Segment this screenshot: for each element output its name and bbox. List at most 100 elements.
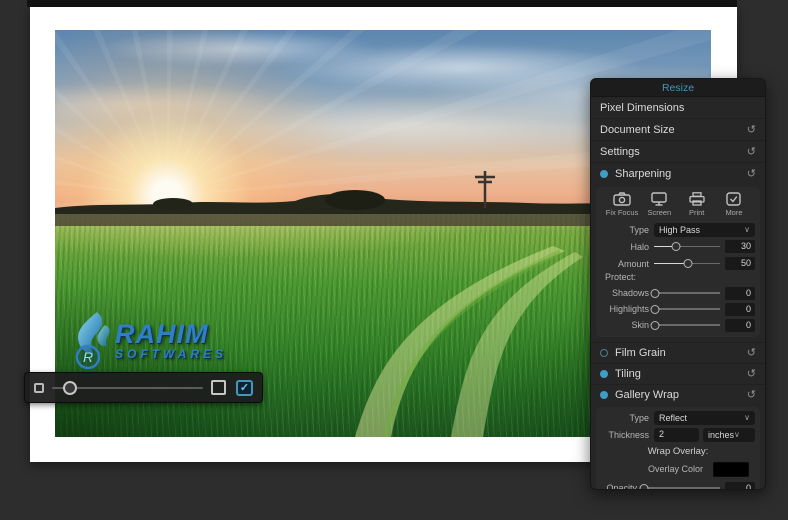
preset-label: Print xyxy=(689,208,704,217)
zoom-slider[interactable] xyxy=(52,381,203,395)
opacity-value[interactable]: 0 xyxy=(725,482,755,491)
gallery-wrap-controls: Type Reflect ∨ Thickness 2 inches ∨ Wrap… xyxy=(596,407,760,490)
app-window: R RAHIM SOFTWARES ✓ Resize Pixel Dimensi… xyxy=(0,0,788,520)
section-label: Tiling xyxy=(615,368,747,380)
reset-icon[interactable]: ↺ xyxy=(747,147,756,157)
sharpening-presets: Fix Focus Screen Print xyxy=(601,189,755,221)
sharpen-type-row: Type High Pass ∨ xyxy=(601,221,755,238)
preset-screen[interactable]: Screen xyxy=(642,192,676,217)
skin-label: Skin xyxy=(601,320,649,330)
highlights-slider[interactable] xyxy=(654,302,720,316)
wrap-overlay-header: Wrap Overlay: xyxy=(601,443,755,458)
chevron-down-icon: ∨ xyxy=(744,225,750,234)
shadows-value[interactable]: 0 xyxy=(725,287,755,300)
shadows-slider[interactable] xyxy=(654,286,720,300)
camera-icon xyxy=(613,192,631,206)
reset-icon[interactable]: ↺ xyxy=(747,369,756,379)
section-document-size[interactable]: Document Size ↺ xyxy=(591,119,765,141)
section-settings[interactable]: Settings ↺ xyxy=(591,141,765,163)
tiling-enable-toggle[interactable] xyxy=(600,370,608,378)
amount-label: Amount xyxy=(601,259,649,269)
type-label: Type xyxy=(601,225,649,235)
watermark-title: RAHIM xyxy=(115,321,227,347)
shadows-label: Shadows xyxy=(601,288,649,298)
preview-checkbox[interactable]: ✓ xyxy=(236,380,253,396)
thickness-label: Thickness xyxy=(601,430,649,440)
shadows-row: Shadows 0 xyxy=(601,285,755,301)
section-gallery-wrap[interactable]: Gallery Wrap ↺ xyxy=(591,384,765,405)
section-label: Document Size xyxy=(600,124,747,136)
opacity-slider[interactable] xyxy=(642,481,720,490)
panel-title: Resize xyxy=(591,79,765,97)
checkbox-icon xyxy=(726,192,741,206)
skin-slider-handle[interactable] xyxy=(651,321,660,330)
section-label: Sharpening xyxy=(615,168,747,180)
gallery-wrap-enable-toggle[interactable] xyxy=(600,391,608,399)
page-top-edge xyxy=(27,0,737,7)
amount-value[interactable]: 50 xyxy=(725,257,755,270)
sharpening-enable-toggle[interactable] xyxy=(600,170,608,178)
preset-label: Fix Focus xyxy=(606,208,639,217)
zoom-slider-handle[interactable] xyxy=(63,381,77,395)
watermark-flame-logo: R xyxy=(65,310,121,372)
monitor-icon xyxy=(651,192,667,206)
type-label: Type xyxy=(601,413,649,423)
selected-value: inches xyxy=(708,430,734,440)
chevron-down-icon: ∨ xyxy=(744,413,750,422)
opacity-row: Opacity 0 xyxy=(601,480,755,490)
zoom-in-thumbnail-icon[interactable] xyxy=(211,380,226,395)
thickness-row: Thickness 2 inches ∨ xyxy=(601,426,755,443)
preset-more[interactable]: More xyxy=(717,192,751,217)
sharpening-controls: Fix Focus Screen Print xyxy=(596,187,760,337)
overlay-color-swatch[interactable] xyxy=(713,462,749,477)
watermark: R RAHIM SOFTWARES xyxy=(65,310,227,372)
section-tiling[interactable]: Tiling ↺ xyxy=(591,363,765,384)
preset-fix-focus[interactable]: Fix Focus xyxy=(605,192,639,217)
slider-track xyxy=(642,487,720,489)
amount-slider[interactable] xyxy=(654,257,720,271)
zoom-out-thumbnail-icon[interactable] xyxy=(34,383,44,393)
skin-slider[interactable] xyxy=(654,318,720,332)
watermark-text: RAHIM SOFTWARES xyxy=(115,321,227,361)
slider-track xyxy=(654,324,720,326)
halo-slider-handle[interactable] xyxy=(671,242,680,251)
shadows-slider-handle[interactable] xyxy=(651,289,660,298)
film-grain-enable-toggle[interactable] xyxy=(600,349,608,357)
printer-icon xyxy=(689,192,705,206)
section-film-grain[interactable]: Film Grain ↺ xyxy=(591,342,765,363)
reset-icon[interactable]: ↺ xyxy=(747,169,756,179)
preset-label: Screen xyxy=(647,208,671,217)
sharpen-type-select[interactable]: High Pass ∨ xyxy=(654,223,755,237)
amount-slider-handle[interactable] xyxy=(684,259,693,268)
section-label: Film Grain xyxy=(615,347,747,359)
thickness-unit-select[interactable]: inches ∨ xyxy=(703,428,755,442)
skin-row: Skin 0 xyxy=(601,317,755,333)
highlights-slider-handle[interactable] xyxy=(651,305,660,314)
preset-print[interactable]: Print xyxy=(680,192,714,217)
halo-row: Halo 30 xyxy=(601,238,755,255)
watermark-subtitle: SOFTWARES xyxy=(115,347,227,361)
halo-label: Halo xyxy=(601,242,649,252)
chevron-down-icon: ∨ xyxy=(734,430,740,439)
amount-row: Amount 50 xyxy=(601,255,755,272)
skin-value[interactable]: 0 xyxy=(725,319,755,332)
watermark-logo-letter: R xyxy=(83,349,93,365)
highlights-row: Highlights 0 xyxy=(601,301,755,317)
reset-icon[interactable]: ↺ xyxy=(747,125,756,135)
halo-value[interactable]: 30 xyxy=(725,240,755,253)
section-sharpening[interactable]: Sharpening ↺ xyxy=(591,163,765,185)
slider-track xyxy=(654,308,720,310)
opacity-slider-handle[interactable] xyxy=(639,484,648,491)
thickness-input[interactable]: 2 xyxy=(654,428,699,442)
overlay-color-row: Overlay Color xyxy=(601,458,755,480)
wrap-type-row: Type Reflect ∨ xyxy=(601,409,755,426)
wrap-type-select[interactable]: Reflect ∨ xyxy=(654,411,755,425)
reset-icon[interactable]: ↺ xyxy=(747,390,756,400)
highlights-label: Highlights xyxy=(601,304,649,314)
highlights-value[interactable]: 0 xyxy=(725,303,755,316)
section-pixel-dimensions[interactable]: Pixel Dimensions xyxy=(591,97,765,119)
protect-label: Protect: xyxy=(601,272,755,285)
reset-icon[interactable]: ↺ xyxy=(747,348,756,358)
resize-panel: Resize Pixel Dimensions Document Size ↺ … xyxy=(590,78,766,490)
halo-slider[interactable] xyxy=(654,240,720,254)
